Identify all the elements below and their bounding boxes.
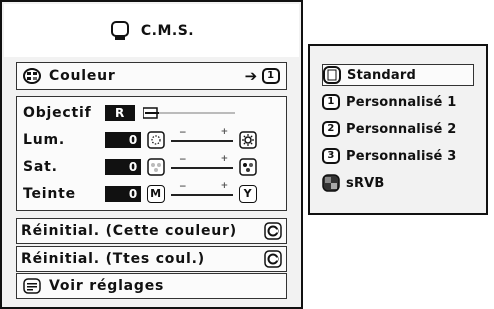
sat-slider[interactable]: − +: [171, 154, 233, 174]
teinte-label: Teinte: [23, 186, 76, 202]
submenu-item-custom-1[interactable]: 1 Personnalisé 1: [322, 91, 474, 113]
objectif-target-slider[interactable]: [142, 106, 235, 120]
view-settings-icon: [23, 277, 41, 295]
view-settings-button[interactable]: Voir réglages: [16, 273, 287, 299]
enter-icon: [264, 222, 282, 240]
cms-icon: [109, 20, 131, 42]
brightness-high-icon: [239, 131, 257, 149]
standard-icon: [323, 66, 341, 84]
srgb-icon: [322, 174, 340, 192]
page-title: C.M.S.: [140, 22, 195, 39]
number-3-icon: 3: [322, 148, 340, 164]
magenta-icon: M: [147, 185, 165, 203]
lum-label: Lum.: [23, 132, 65, 148]
objectif-value: R: [105, 105, 135, 121]
submenu-item-standard[interactable]: Standard: [322, 64, 474, 86]
slider-plus-mark: +: [220, 127, 229, 137]
saturation-high-icon: [239, 158, 257, 176]
slider-minus-mark: −: [179, 182, 188, 192]
enter-icon: [264, 250, 282, 268]
lum-value: 0: [105, 132, 141, 148]
sat-label: Sat.: [23, 159, 58, 175]
slider-minus-mark: −: [179, 128, 188, 138]
reset-all-button[interactable]: Réinitial. (Ttes coul.): [16, 246, 287, 272]
submenu-item-label: Personnalisé 1: [346, 94, 457, 110]
color-palette-icon: [23, 67, 41, 85]
lum-slider[interactable]: − +: [171, 127, 233, 147]
slider-minus-mark: −: [179, 155, 188, 165]
slider-track: [171, 194, 233, 196]
submenu-item-label: Personnalisé 2: [346, 121, 457, 137]
sat-row[interactable]: Sat. 0 − +: [23, 154, 280, 179]
channel-number-icon: 1: [262, 68, 280, 84]
submenu-item-label: Personnalisé 3: [346, 148, 457, 164]
slider-plus-mark: +: [220, 181, 229, 191]
lum-row[interactable]: Lum. 0 − +: [23, 127, 280, 152]
submenu-item-custom-3[interactable]: 3 Personnalisé 3: [322, 145, 474, 167]
reset-all-label: Réinitial. (Ttes coul.): [21, 251, 205, 267]
slider-track: [171, 167, 233, 169]
submenu-item-srgb[interactable]: sRVB: [322, 172, 474, 194]
number-2-icon: 2: [322, 121, 340, 137]
submenu-item-label: sRVB: [346, 175, 385, 191]
reset-color-label: Réinitial. (Cette couleur): [21, 223, 237, 239]
teinte-slider[interactable]: − +: [171, 181, 233, 201]
objectif-label: Objectif: [23, 105, 92, 121]
brightness-low-icon: [147, 131, 165, 149]
color-select-label: Couleur: [49, 68, 116, 84]
arrow-right-icon: ➔: [244, 67, 258, 85]
teinte-row[interactable]: Teinte 0 M − + Y: [23, 181, 280, 206]
objectif-row[interactable]: Objectif R: [23, 101, 280, 125]
adjustment-group: Objectif R Lum. 0 − + Sat. 0 − + Teinte …: [16, 96, 287, 211]
submenu-item-label: Standard: [347, 67, 416, 83]
view-settings-label: Voir réglages: [49, 278, 165, 294]
saturation-low-icon: [147, 158, 165, 176]
color-select-row[interactable]: Couleur ➔ 1: [16, 62, 287, 90]
submenu-item-custom-2[interactable]: 2 Personnalisé 2: [322, 118, 474, 140]
title-bar: C.M.S.: [4, 4, 299, 57]
number-1-icon: 1: [322, 94, 340, 110]
slider-track: [171, 140, 233, 142]
slider-plus-mark: +: [220, 154, 229, 164]
color-mode-submenu: Standard 1 Personnalisé 1 2 Personnalisé…: [308, 44, 488, 215]
teinte-value: 0: [105, 186, 141, 202]
cms-menu-panel: C.M.S. Couleur ➔ 1 Objectif R Lum. 0 − +…: [0, 0, 303, 309]
reset-color-button[interactable]: Réinitial. (Cette couleur): [16, 218, 287, 244]
yellow-icon: Y: [239, 185, 257, 203]
sat-value: 0: [105, 159, 141, 175]
